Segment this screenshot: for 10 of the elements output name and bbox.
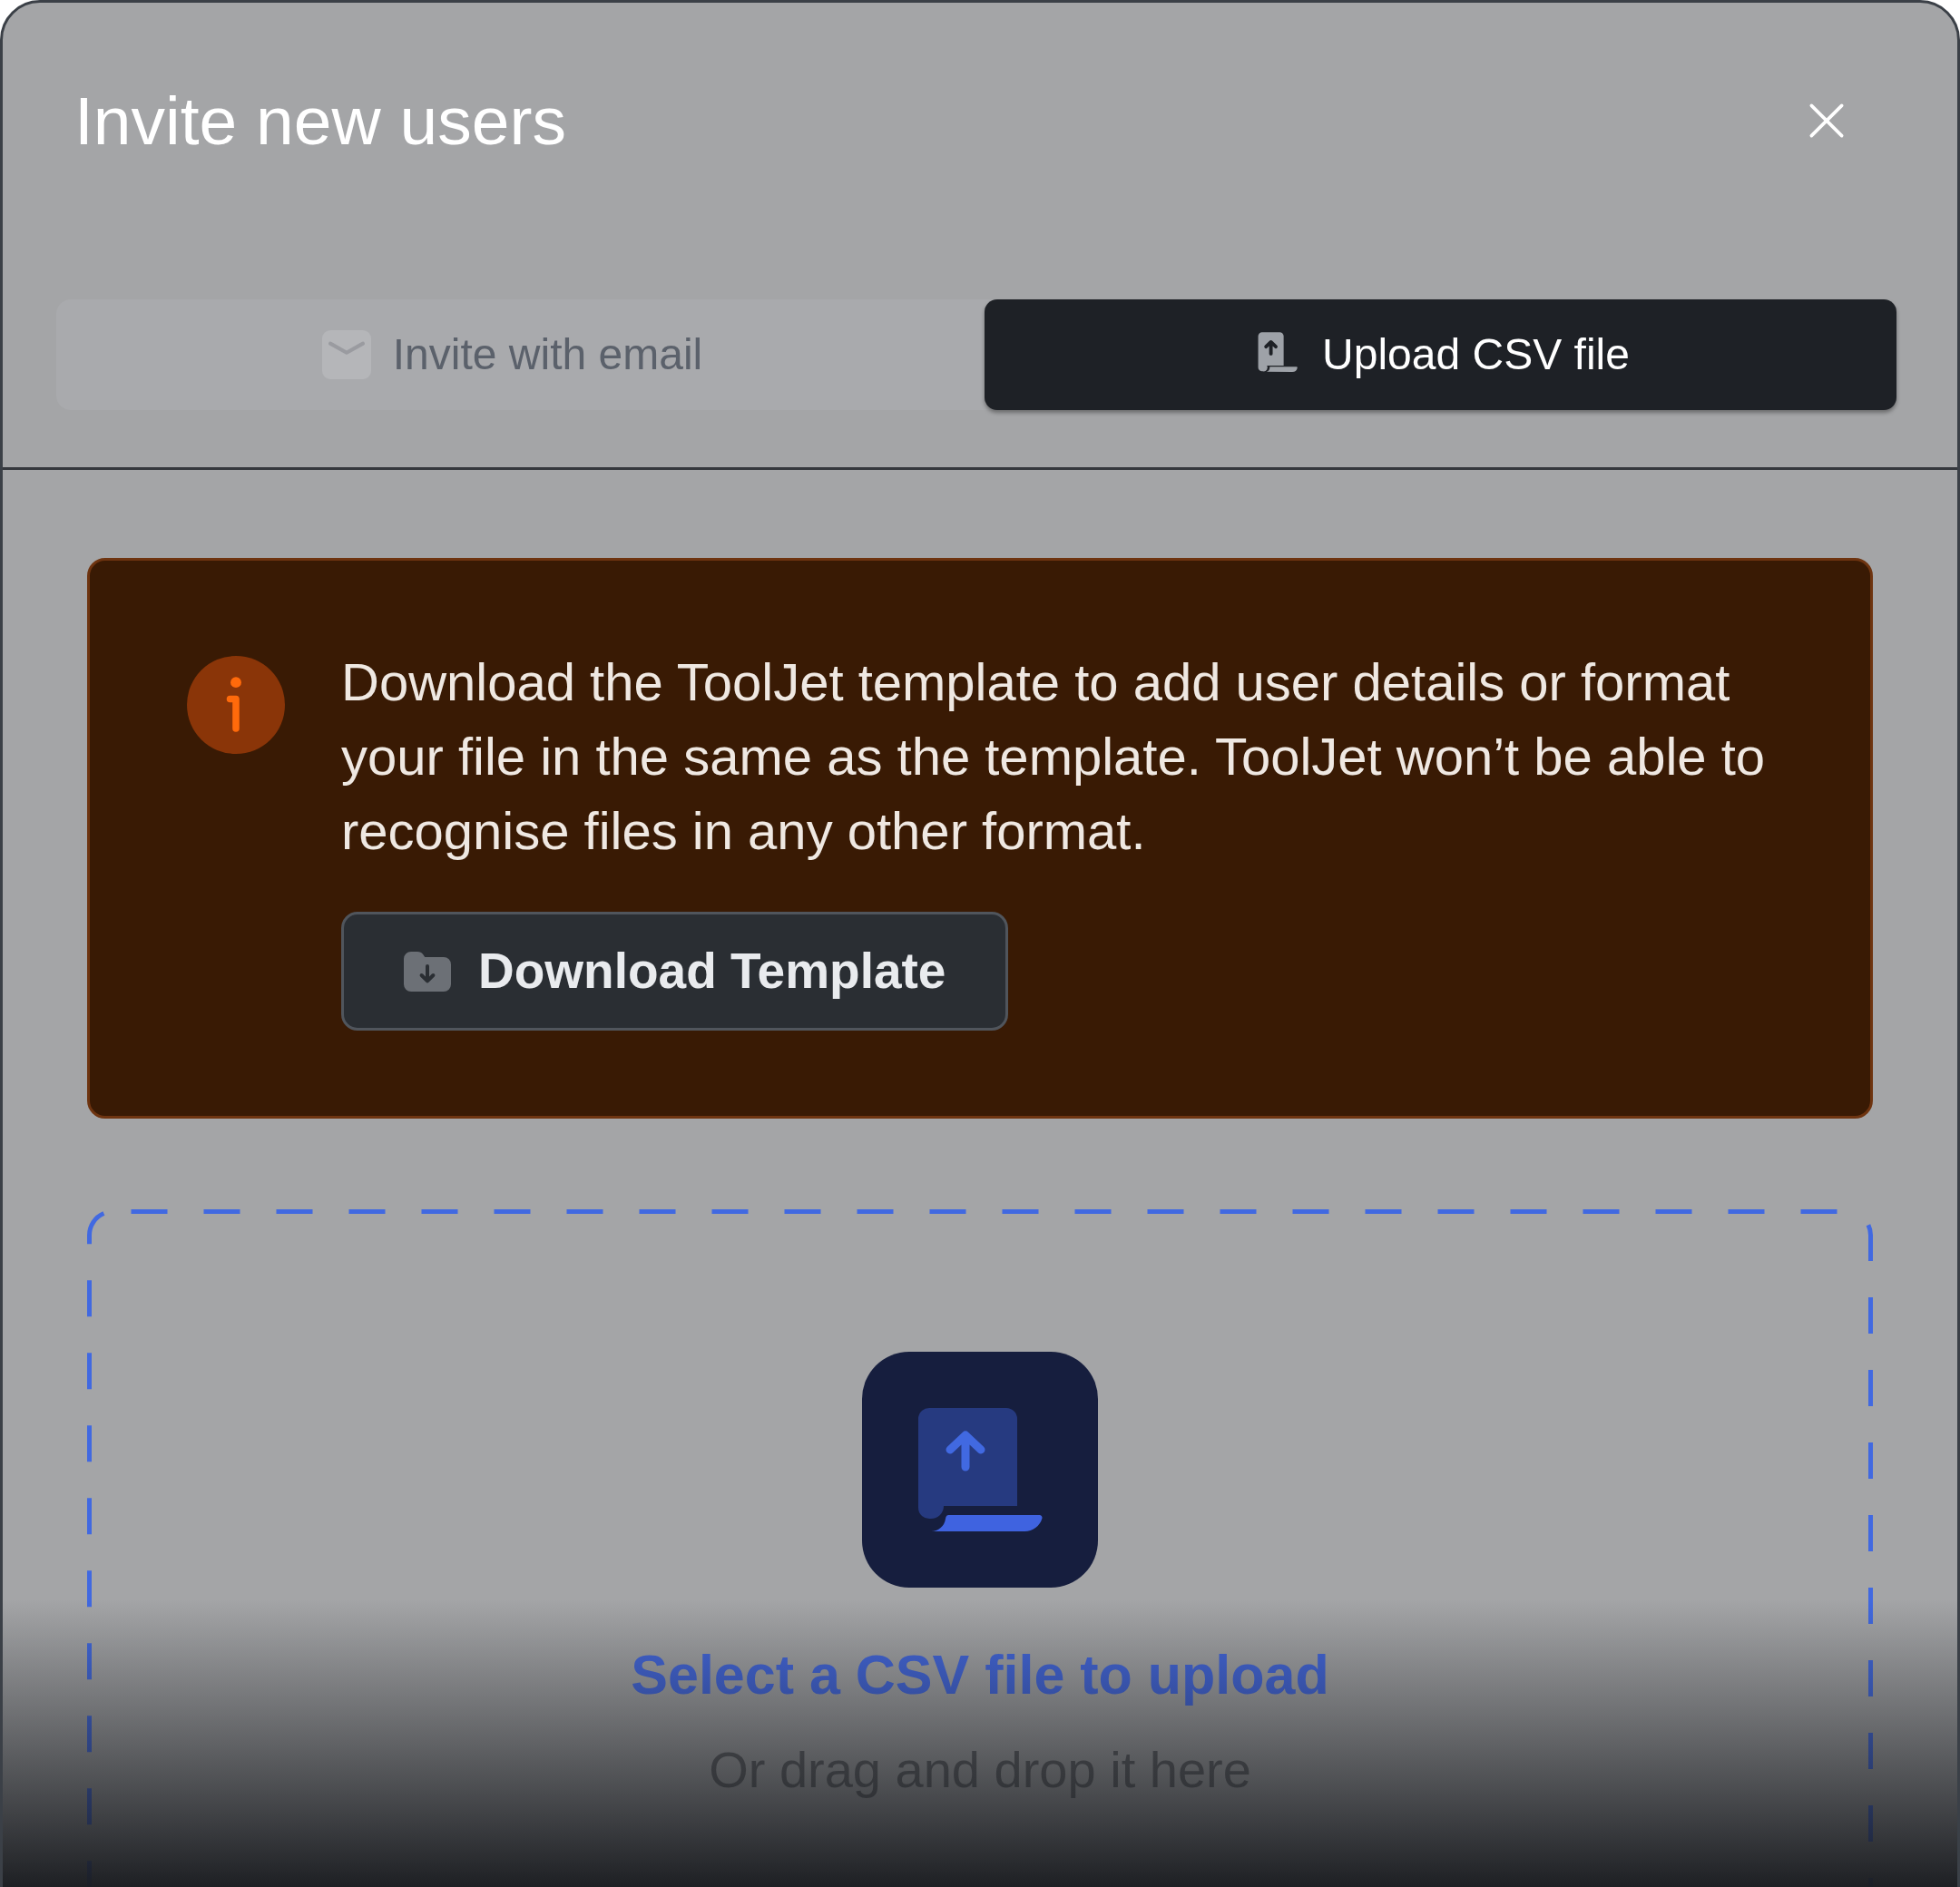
folder-download-icon — [402, 949, 453, 993]
info-icon — [187, 656, 285, 754]
close-icon — [1808, 103, 1845, 139]
notice-text: Download the ToolJet template to add user details or format your file in the same as the template. ToolJet won’t be able to recognise files in any other format. — [341, 651, 1767, 862]
envelope-icon — [321, 330, 371, 379]
file-upload-icon — [862, 1352, 1098, 1588]
dropzone-title: Select a CSV file to upload — [631, 1643, 1329, 1707]
dialog-title: Invite new users — [74, 83, 566, 159]
download-template-button[interactable]: Download Template — [341, 912, 1009, 1031]
tab[interactable]: Upload CSV file — [985, 299, 1896, 410]
